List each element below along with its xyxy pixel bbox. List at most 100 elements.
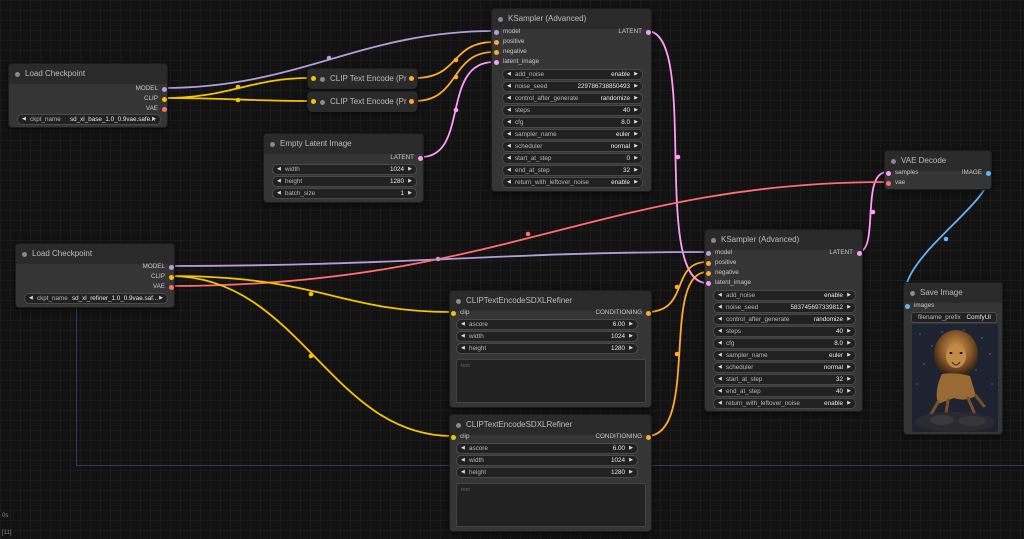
arrow-left-icon[interactable]: ◀ (718, 327, 722, 336)
output-model[interactable]: MODEL (143, 263, 174, 271)
width-widget[interactable]: ◀ width 1024 ▶ (272, 164, 417, 175)
model-pin-icon[interactable] (169, 264, 174, 270)
arrow-right-icon[interactable]: ▶ (152, 115, 156, 124)
arrow-right-icon[interactable]: ▶ (634, 106, 638, 115)
output-clip[interactable]: CLIP (151, 273, 174, 281)
arrow-left-icon[interactable]: ◀ (718, 291, 722, 300)
add-noise-widget[interactable]: ◀ add_noise enable ▶ (502, 69, 643, 80)
noise-seed-widget[interactable]: ◀ noise_seed 583745697339812 ▶ (713, 302, 856, 313)
input-model[interactable]: model (494, 28, 520, 36)
collapse-dot-icon[interactable] (456, 423, 461, 428)
vae-decode-node[interactable]: VAE Decode samples vae IMAGE (884, 150, 992, 190)
arrow-left-icon[interactable]: ◀ (718, 399, 722, 408)
arrow-left-icon[interactable]: ◀ (29, 294, 33, 303)
batch-size-widget[interactable]: ◀ batch_size 1 ▶ (272, 188, 417, 199)
ksampler-advanced-node-1[interactable]: KSampler (Advanced) model positive negat… (491, 8, 652, 192)
vae-pin-icon[interactable] (162, 106, 167, 112)
arrow-right-icon[interactable]: ▶ (408, 177, 412, 186)
arrow-left-icon[interactable]: ◀ (507, 142, 511, 151)
conditioning-output-pin-icon[interactable] (409, 99, 414, 104)
output-conditioning[interactable]: CONDITIONING (595, 309, 651, 317)
arrow-right-icon[interactable]: ▶ (629, 332, 633, 341)
image-pin-icon[interactable] (905, 303, 910, 309)
wire-refiner1-to-positive[interactable] (646, 261, 708, 313)
width-widget[interactable]: ◀ width 1024 ▶ (456, 331, 638, 342)
input-positive[interactable]: positive (494, 38, 524, 46)
node-title-bar[interactable]: Save Image (904, 283, 1002, 303)
arrow-left-icon[interactable]: ◀ (461, 344, 465, 353)
arrow-left-icon[interactable]: ◀ (277, 177, 281, 186)
wire-clip-refiner-to-refiner2[interactable] (169, 275, 453, 437)
cfg-widget[interactable]: ◀ cfg 8.0 ▶ (502, 117, 643, 128)
control-after-generate-widget[interactable]: ◀ control_after_generate randomize ▶ (502, 93, 643, 104)
input-clip[interactable]: clip (451, 309, 469, 317)
arrow-right-icon[interactable]: ▶ (629, 456, 633, 465)
ascore-widget[interactable]: ◀ ascore 6.00 ▶ (456, 443, 638, 454)
arrow-left-icon[interactable]: ◀ (718, 315, 722, 324)
node-title-bar[interactable]: KSampler (Advanced) (705, 230, 862, 250)
arrow-left-icon[interactable]: ◀ (461, 332, 465, 341)
arrow-left-icon[interactable]: ◀ (22, 115, 26, 124)
clip-input-pin-icon[interactable] (311, 76, 316, 81)
steps-widget[interactable]: ◀ steps 40 ▶ (502, 105, 643, 116)
start-at-step-widget[interactable]: ◀ start_at_step 32 ▶ (713, 374, 856, 385)
arrow-right-icon[interactable]: ▶ (847, 399, 851, 408)
width-widget[interactable]: ◀ width 1024 ▶ (456, 455, 638, 466)
arrow-left-icon[interactable]: ◀ (507, 166, 511, 175)
collapse-dot-icon[interactable] (891, 159, 896, 164)
arrow-right-icon[interactable]: ▶ (634, 166, 638, 175)
arrow-right-icon[interactable]: ▶ (847, 327, 851, 336)
arrow-right-icon[interactable]: ▶ (634, 82, 638, 91)
clip-pin-icon[interactable] (451, 310, 456, 316)
arrow-right-icon[interactable]: ▶ (847, 363, 851, 372)
input-positive[interactable]: positive (706, 259, 736, 267)
arrow-left-icon[interactable]: ◀ (461, 444, 465, 453)
noise-seed-widget[interactable]: ◀ noise_seed 229786738850493 ▶ (502, 81, 643, 92)
latent-pin-icon[interactable] (646, 29, 651, 35)
end-at-step-widget[interactable]: ◀ end_at_step 32 ▶ (502, 165, 643, 176)
return-with-leftover-noise-widget[interactable]: ◀ return_with_leftover_noise enable ▶ (713, 398, 856, 409)
arrow-left-icon[interactable]: ◀ (507, 106, 511, 115)
arrow-left-icon[interactable]: ◀ (718, 375, 722, 384)
input-samples[interactable]: samples (886, 169, 918, 177)
input-vae[interactable]: vae (886, 179, 905, 187)
clip-pin-icon[interactable] (162, 96, 167, 102)
ksampler-advanced-node-2[interactable]: KSampler (Advanced) model positive negat… (704, 229, 863, 412)
input-latent-image[interactable]: latent_image (494, 58, 539, 66)
arrow-right-icon[interactable]: ▶ (629, 344, 633, 353)
arrow-left-icon[interactable]: ◀ (461, 468, 465, 477)
arrow-left-icon[interactable]: ◀ (718, 387, 722, 396)
clip-pin-icon[interactable] (169, 274, 174, 280)
collapse-dot-icon[interactable] (320, 100, 325, 105)
start-at-step-widget[interactable]: ◀ start_at_step 0 ▶ (502, 153, 643, 164)
node-title-bar[interactable]: VAE Decode (885, 151, 991, 171)
collapse-dot-icon[interactable] (15, 72, 20, 77)
negative-pin-icon[interactable] (706, 270, 711, 276)
node-title-bar[interactable]: CLIP Text Encode (Pr (308, 69, 417, 89)
arrow-left-icon[interactable]: ◀ (277, 165, 281, 174)
node-title-bar[interactable]: Load Checkpoint (16, 244, 174, 264)
arrow-left-icon[interactable]: ◀ (718, 363, 722, 372)
arrow-right-icon[interactable]: ▶ (634, 94, 638, 103)
arrow-right-icon[interactable]: ▶ (634, 70, 638, 79)
wire-ksampler1-to-ksampler2[interactable] (646, 30, 708, 284)
collapse-dot-icon[interactable] (22, 252, 27, 257)
scheduler-widget[interactable]: ◀ scheduler normal ▶ (713, 362, 856, 373)
collapse-dot-icon[interactable] (456, 299, 461, 304)
output-conditioning[interactable]: CONDITIONING (595, 433, 651, 441)
arrow-right-icon[interactable]: ▶ (634, 154, 638, 163)
filename-prefix-field[interactable]: filename_prefix ComfyUI (911, 312, 997, 323)
steps-widget[interactable]: ◀ steps 40 ▶ (713, 326, 856, 337)
arrow-right-icon[interactable]: ▶ (629, 320, 633, 329)
model-pin-icon[interactable] (706, 250, 711, 256)
arrow-right-icon[interactable]: ▶ (847, 351, 851, 360)
arrow-left-icon[interactable]: ◀ (507, 70, 511, 79)
clip-input-pin-icon[interactable] (311, 99, 316, 104)
output-clip[interactable]: CLIP (144, 95, 167, 103)
input-images[interactable]: images (905, 302, 934, 310)
arrow-right-icon[interactable]: ▶ (629, 444, 633, 453)
arrow-right-icon[interactable]: ▶ (847, 315, 851, 324)
clip-text-encode-sdxl-refiner-node-2[interactable]: CLIPTextEncodeSDXLRefiner clip CONDITION… (449, 414, 652, 532)
conditioning-pin-icon[interactable] (646, 434, 651, 440)
arrow-right-icon[interactable]: ▶ (634, 178, 638, 187)
